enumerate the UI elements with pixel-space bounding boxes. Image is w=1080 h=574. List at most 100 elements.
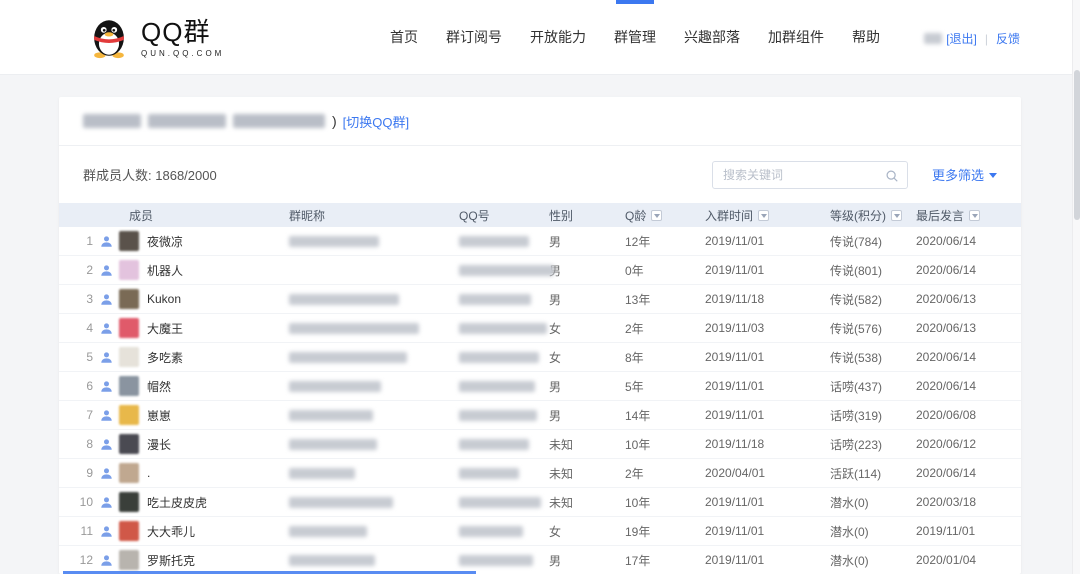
table-row: 8 漫长 未知 10年 2019/11/18 话唠(223) 2020/06/12: [59, 430, 1021, 459]
column-label: 性别: [549, 208, 574, 223]
scrollbar-thumb[interactable]: [1074, 70, 1080, 220]
level-cell: 潜水(0): [830, 524, 869, 539]
sort-filter-icon[interactable]: [891, 209, 902, 221]
group-title-row: ) [切换QQ群]: [59, 97, 1021, 146]
row-number: 11: [80, 524, 93, 538]
member-avatar[interactable]: [119, 289, 139, 309]
member-name[interactable]: 崽崽: [147, 407, 171, 424]
member-name[interactable]: 机器人: [147, 262, 183, 279]
sort-filter-icon[interactable]: [758, 209, 770, 221]
group-name-redacted: [148, 114, 226, 128]
member-avatar[interactable]: [119, 231, 139, 251]
level-cell: 话唠(223): [830, 437, 883, 452]
logout-link[interactable]: [退出]: [946, 30, 977, 47]
gender-cell: 男: [549, 553, 562, 568]
member-avatar[interactable]: [119, 521, 139, 541]
qq-qun-logo[interactable]: QQ群 QUN.QQ.COM: [86, 13, 224, 61]
gender-cell: 男: [549, 292, 562, 307]
group-members-panel: ) [切换QQ群] 群成员人数: 1868/2000 更多筛选 成员 群昵称 QQ号…: [59, 97, 1021, 574]
username-redacted: [924, 33, 943, 44]
member-name[interactable]: 罗斯托克: [147, 552, 195, 569]
qq-number-redacted: [459, 381, 535, 393]
qq-number-redacted: [459, 410, 537, 422]
table-row: 9. 未知 2年 2020/04/01 活跃(114) 2020/06/14: [59, 459, 1021, 488]
join-date-cell: 2019/11/01: [705, 234, 765, 248]
member-avatar[interactable]: [119, 405, 139, 425]
row-number: 12: [79, 553, 93, 567]
member-name[interactable]: 大魔王: [147, 320, 183, 337]
member-person-icon: [101, 293, 112, 305]
member-avatar[interactable]: [119, 550, 139, 570]
nav-item-qun-subscription[interactable]: 群订阅号: [432, 0, 516, 75]
table-row: 12 罗斯托克 男 17年 2019/11/01 潜水(0) 2020/01/04: [59, 546, 1021, 574]
column-label: 成员: [129, 208, 154, 223]
member-cell: 1 夜微凉: [79, 231, 289, 251]
nickname-redacted: [289, 352, 407, 364]
join-date-cell: 2019/11/01: [705, 263, 765, 277]
column-header-group-nickname: 群昵称: [289, 207, 459, 224]
more-filters-link[interactable]: 更多筛选: [932, 165, 997, 184]
nav-item-help[interactable]: 帮助: [838, 0, 894, 75]
nickname-redacted: [289, 381, 381, 393]
switch-group-link[interactable]: [切换QQ群]: [343, 112, 409, 131]
qq-number-cell: [459, 495, 549, 509]
member-name[interactable]: 吃土皮皮虎: [147, 494, 207, 511]
table-row: 6 帽然 男 5年 2019/11/01 话唠(437) 2020/06/14: [59, 372, 1021, 401]
row-number: 5: [86, 350, 93, 364]
nav-item-home[interactable]: 首页: [376, 0, 432, 75]
table-toolbar: 群成员人数: 1868/2000 更多筛选: [59, 146, 1021, 203]
member-name[interactable]: 多吃素: [147, 349, 183, 366]
user-links: [退出] | 反馈: [924, 30, 1020, 47]
member-avatar[interactable]: [119, 463, 139, 483]
level-cell: 传说(582): [830, 292, 883, 307]
member-avatar[interactable]: [119, 347, 139, 367]
member-person-icon: [101, 496, 112, 508]
feedback-link[interactable]: 反馈: [996, 30, 1020, 47]
member-avatar[interactable]: [119, 434, 139, 454]
join-date-cell: 2019/11/18: [705, 292, 765, 306]
q-age-cell: 2年: [625, 466, 644, 481]
column-header-join-time[interactable]: 入群时间: [705, 207, 830, 224]
nav-item-join-qun-widget[interactable]: 加群组件: [754, 0, 838, 75]
member-name[interactable]: Kukon: [147, 292, 181, 306]
last-post-cell: 2020/06/08: [916, 408, 977, 422]
member-name[interactable]: .: [147, 466, 150, 480]
search-input[interactable]: [712, 161, 877, 188]
q-age-cell: 14年: [625, 408, 651, 423]
member-name[interactable]: 帽然: [147, 378, 171, 395]
table-row: 3 Kukon 男 13年 2019/11/18 传说(582) 2020/06/13: [59, 285, 1021, 314]
column-header-gender: 性别: [549, 207, 625, 224]
q-age-cell: 2年: [625, 321, 644, 336]
member-avatar[interactable]: [119, 376, 139, 396]
member-name[interactable]: 大大乖儿: [147, 523, 195, 540]
column-header-last-post[interactable]: 最后发言: [916, 207, 1001, 224]
member-avatar[interactable]: [119, 260, 139, 280]
qq-number-cell: [459, 466, 549, 480]
member-cell: 9.: [79, 463, 289, 483]
link-separator: |: [984, 31, 988, 46]
main-nav: 首页 群订阅号 开放能力 群管理 兴趣部落 加群组件 帮助: [376, 0, 894, 75]
member-name[interactable]: 漫长: [147, 436, 171, 453]
member-avatar[interactable]: [119, 492, 139, 512]
row-number: 3: [86, 292, 93, 306]
column-label: 最后发言: [916, 208, 965, 223]
member-name[interactable]: 夜微凉: [147, 233, 183, 250]
sort-filter-icon[interactable]: [969, 209, 981, 221]
logo-title: QQ群: [141, 16, 211, 47]
member-avatar[interactable]: [119, 318, 139, 338]
qq-number-cell: [459, 234, 549, 248]
column-header-q-age[interactable]: Q龄: [625, 207, 705, 224]
nickname-cell: [289, 408, 459, 422]
q-age-cell: 17年: [625, 553, 651, 568]
nav-item-interest-tribe[interactable]: 兴趣部落: [670, 0, 754, 75]
nav-item-open-capability[interactable]: 开放能力: [516, 0, 600, 75]
sort-filter-icon[interactable]: [651, 209, 663, 221]
member-person-icon: [101, 351, 112, 363]
column-header-level-points[interactable]: 等级(积分): [830, 207, 916, 224]
nav-item-qun-management[interactable]: 群管理: [600, 0, 670, 75]
column-label: QQ号: [459, 208, 490, 223]
page-scrollbar[interactable]: [1072, 0, 1080, 574]
search-icon[interactable]: [885, 169, 899, 183]
column-header-member: 成员: [79, 207, 289, 224]
q-age-cell: 0年: [625, 263, 644, 278]
